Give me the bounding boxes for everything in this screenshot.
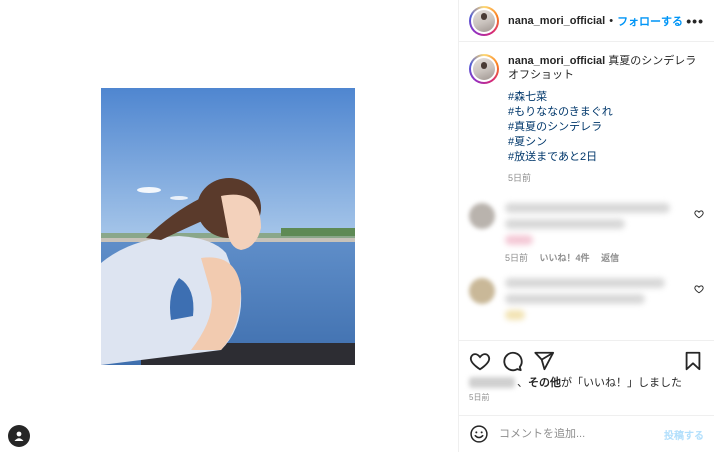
comment-avatar[interactable] (469, 203, 495, 229)
user-icon[interactable] (8, 425, 30, 447)
post-panel: nana_mori_official • フォローする ••• nana_mor… (458, 0, 714, 452)
comment-item: 5日前 いいね！4件 返信 (459, 203, 714, 264)
hashtag[interactable]: #森七菜 (508, 90, 698, 105)
caption-username[interactable]: nana_mori_official (508, 55, 605, 67)
comment-bar: 投稿する (459, 415, 714, 452)
likes-user-blurred[interactable] (469, 376, 515, 388)
likes-summary: 、 その他 が「いいね！」しました (469, 374, 704, 390)
comment-body-blurred: 5日前 いいね！4件 返信 (505, 203, 675, 264)
media-area (0, 0, 458, 452)
comments-scroll[interactable]: nana_mori_official 真夏のシンデレラオフショット #森七菜 #… (459, 42, 714, 340)
comment-item (459, 278, 714, 326)
comment-heart-icon[interactable] (694, 209, 704, 219)
emoji-icon[interactable] (469, 424, 489, 444)
caption-time: 5日前 (508, 173, 532, 183)
likes-separator: 、 (517, 377, 528, 389)
hashtag[interactable]: #放送まであと2日 (508, 150, 698, 165)
caption: nana_mori_official 真夏のシンデレラオフショット #森七菜 #… (459, 42, 714, 185)
comment-body-blurred (505, 278, 675, 326)
caption-avatar[interactable] (469, 54, 499, 84)
share-icon[interactable] (533, 350, 555, 372)
comment-avatar[interactable] (469, 278, 495, 304)
comment-time: 5日前 (505, 253, 529, 263)
heart-icon[interactable] (469, 350, 491, 372)
comment-meta: 5日前 いいね！4件 返信 (505, 251, 675, 264)
comment-input[interactable] (499, 428, 664, 440)
hashtag[interactable]: #もりななのきまぐれ (508, 105, 698, 120)
bookmark-icon[interactable] (682, 350, 704, 372)
reply-button[interactable]: 返信 (601, 253, 619, 263)
likes-text: が「いいね！」しました (561, 377, 682, 389)
caption-body: nana_mori_official 真夏のシンデレラオフショット #森七菜 #… (508, 54, 698, 185)
hashtag[interactable]: #夏シン (508, 135, 698, 150)
follow-button[interactable]: フォローする (617, 13, 683, 29)
hashtag[interactable]: #真夏のシンデレラ (508, 120, 698, 135)
post-photo[interactable] (101, 88, 355, 365)
likes-others[interactable]: その他 (528, 374, 561, 390)
post-time: 5日前 (469, 393, 490, 402)
separator-dot: • (609, 14, 614, 27)
post-comment-button[interactable]: 投稿する (664, 427, 704, 442)
comment-icon[interactable] (501, 350, 523, 372)
avatar[interactable] (469, 5, 499, 36)
comment-likes[interactable]: いいね！4件 (540, 253, 590, 263)
post-username[interactable]: nana_mori_official (508, 15, 605, 27)
post-header: nana_mori_official • フォローする ••• (459, 0, 714, 42)
hashtag-list: #森七菜 #もりななのきまぐれ #真夏のシンデレラ #夏シン #放送まであと2日 (508, 90, 698, 165)
more-options-icon[interactable]: ••• (686, 13, 704, 29)
comment-heart-icon[interactable] (694, 284, 704, 294)
